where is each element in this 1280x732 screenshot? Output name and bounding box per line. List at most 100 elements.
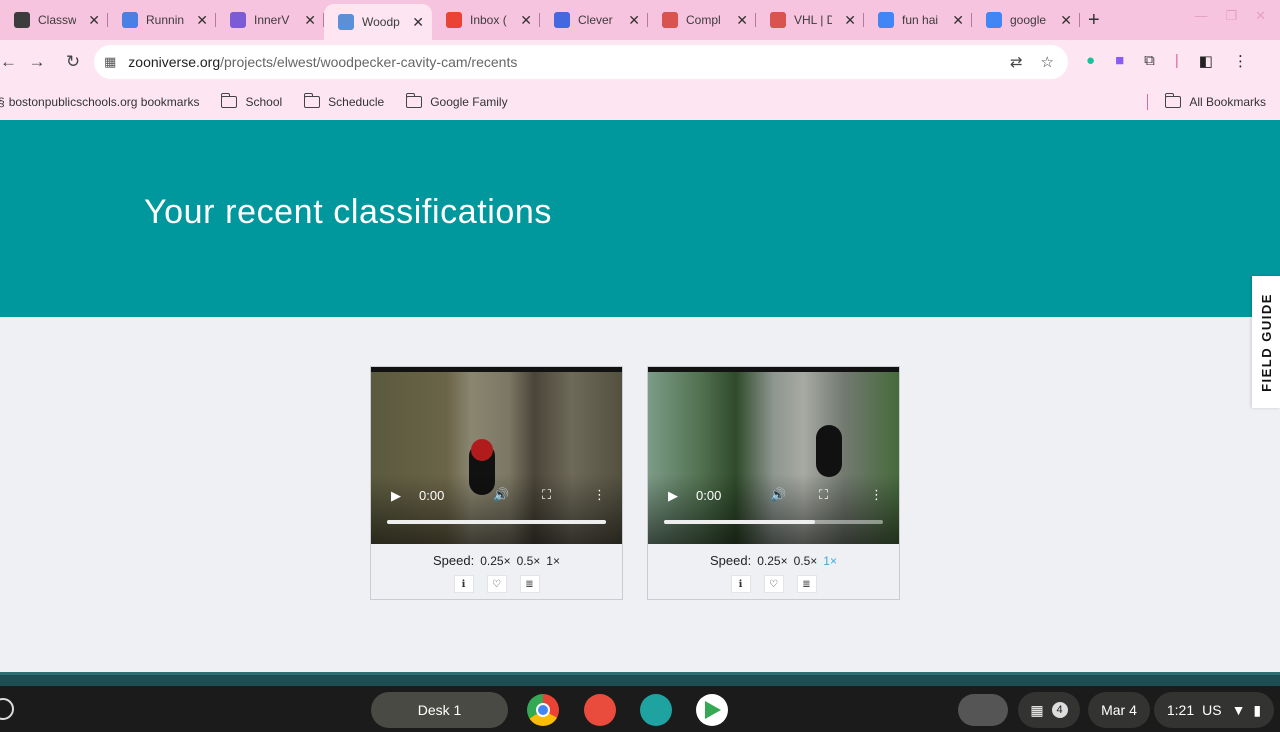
browser-tab[interactable]: Inbox (✕: [432, 5, 540, 35]
collection-icon[interactable]: ≣: [519, 575, 540, 593]
video-player[interactable]: ▶ 0:00 🔊 ⛶ ⋮: [648, 367, 899, 544]
fullscreen-icon[interactable]: ⛶: [819, 487, 828, 503]
browser-tab[interactable]: VHL | D ✕: [756, 5, 864, 35]
close-tab-icon[interactable]: ✕: [512, 12, 532, 29]
card-actions: ℹ ♡ ≣: [371, 575, 622, 593]
video-progress-track[interactable]: [664, 520, 883, 524]
browser-tab[interactable]: Classw ✕: [0, 5, 108, 35]
play-icon[interactable]: ▶: [668, 488, 678, 504]
desk-button[interactable]: Desk 1: [371, 692, 508, 728]
close-tab-icon[interactable]: ✕: [620, 12, 640, 29]
close-tab-icon[interactable]: ✕: [296, 12, 316, 29]
side-panel-icon[interactable]: ◧: [1199, 52, 1213, 70]
address-bar[interactable]: ▦ zooniverse.org/projects/elwest/woodpec…: [94, 45, 1068, 79]
tab-title: VHL | D: [794, 13, 832, 27]
new-tab-button[interactable]: +: [1088, 9, 1100, 32]
close-tab-icon[interactable]: ✕: [944, 12, 964, 29]
tab-separator: [1079, 13, 1080, 27]
bookmarks-bar: §bostonpublicschools.org bookmarks School…: [0, 84, 1280, 120]
tab-title: InnerV: [254, 13, 290, 27]
back-icon[interactable]: ←: [0, 52, 17, 72]
system-shelf: Desk 1 ▦ 4 Mar 4 1:21 US ▼ ▮: [0, 686, 1280, 732]
bookmark-label: Google Family: [430, 95, 508, 109]
all-bookmarks-button[interactable]: All Bookmarks: [1164, 84, 1266, 120]
tab-title: Compl: [686, 13, 721, 27]
collection-icon[interactable]: ≣: [796, 575, 817, 593]
site-info-icon[interactable]: ▦: [104, 54, 116, 70]
video-menu-icon[interactable]: ⋮: [593, 487, 606, 503]
tab-favicon-icon: [986, 12, 1002, 28]
card-actions: ℹ ♡ ≣: [648, 575, 899, 593]
video-player[interactable]: ▶ 0:00 🔊 ⛶ ⋮: [371, 367, 622, 544]
play-icon[interactable]: ▶: [391, 488, 401, 504]
bookmark-item[interactable]: Google Family: [405, 93, 508, 109]
close-window-icon[interactable]: ✕: [1255, 8, 1266, 24]
close-tab-icon[interactable]: ✕: [836, 12, 856, 29]
chrome-app-icon[interactable]: [527, 694, 559, 726]
menu-icon[interactable]: ⋮: [1233, 52, 1248, 70]
canvas-app-icon[interactable]: [584, 694, 616, 726]
url-path: /projects/elwest/woodpecker-cavity-cam/r…: [220, 54, 518, 70]
forward-icon[interactable]: →: [22, 52, 52, 72]
close-tab-icon[interactable]: ✕: [404, 14, 424, 31]
bookmark-icon: §: [0, 95, 5, 109]
puzzle-icon[interactable]: ⧉: [1144, 52, 1155, 70]
classroom-app-icon[interactable]: [640, 694, 672, 726]
video-progress-track[interactable]: [387, 520, 606, 524]
extension-icon[interactable]: ■: [1115, 52, 1124, 70]
browser-tab[interactable]: Clever ✕: [540, 5, 648, 35]
speed-option[interactable]: 0.5×: [517, 554, 541, 568]
bookmark-item[interactable]: School: [220, 93, 282, 109]
tab-title: google: [1010, 13, 1047, 27]
calendar-icon: ▦: [1030, 701, 1044, 718]
fullscreen-icon[interactable]: ⛶: [542, 487, 551, 503]
clock: 1:21: [1166, 702, 1195, 718]
speed-option[interactable]: 1×: [823, 554, 837, 568]
translate-icon[interactable]: ⇄: [1010, 53, 1023, 71]
field-guide-tab[interactable]: FIELD GUIDE: [1252, 276, 1280, 408]
speed-option[interactable]: 0.25×: [757, 554, 787, 568]
browser-tab[interactable]: Compl ✕: [648, 5, 756, 35]
bookmark-star-icon[interactable]: ☆: [1041, 53, 1054, 71]
close-tab-icon[interactable]: ✕: [188, 12, 208, 29]
notification-pill[interactable]: ▦ 4: [1018, 692, 1080, 728]
minimize-icon[interactable]: —: [1194, 8, 1207, 24]
page-title: Your recent classifications: [144, 193, 553, 231]
favorite-icon[interactable]: ♡: [486, 575, 507, 593]
volume-icon[interactable]: 🔊: [493, 487, 509, 503]
video-menu-icon[interactable]: ⋮: [870, 487, 883, 503]
page-footer: [0, 672, 1280, 686]
close-tab-icon[interactable]: ✕: [80, 12, 100, 29]
browser-tab[interactable]: google ✕: [972, 5, 1080, 35]
bookmark-item[interactable]: Scheducle: [303, 93, 384, 109]
launcher-icon[interactable]: [0, 698, 14, 720]
maximize-icon[interactable]: ❐: [1225, 8, 1237, 24]
close-tab-icon[interactable]: ✕: [728, 12, 748, 29]
browser-tab[interactable]: Runnin ✕: [108, 5, 216, 35]
video-controls: [648, 474, 899, 544]
info-icon[interactable]: ℹ: [453, 575, 474, 593]
browser-tab[interactable]: fun hai ✕: [864, 5, 972, 35]
window-controls: — ❐ ✕: [1194, 8, 1266, 24]
play-store-icon[interactable]: [696, 694, 728, 726]
favorite-icon[interactable]: ♡: [763, 575, 784, 593]
browser-tab[interactable]: InnerV ✕: [216, 5, 324, 35]
speed-option[interactable]: 0.5×: [794, 554, 818, 568]
speed-option[interactable]: 0.25×: [480, 554, 510, 568]
status-tray[interactable]: 1:21 US ▼ ▮: [1154, 692, 1274, 728]
classification-card: ▶ 0:00 🔊 ⛶ ⋮ Speed: 0.25× 0.5× 1× ℹ ♡ ≣: [647, 366, 900, 600]
bookmark-item[interactable]: §bostonpublicschools.org bookmarks: [0, 95, 199, 109]
video-time: 0:00: [419, 488, 445, 503]
volume-icon[interactable]: 🔊: [770, 487, 786, 503]
browser-tab[interactable]: Woodp ✕: [324, 4, 432, 40]
toolbar: ← → ↻ ▦ zooniverse.org/projects/elwest/w…: [0, 40, 1280, 84]
video-time: 0:00: [696, 488, 722, 503]
reload-icon[interactable]: ↻: [58, 52, 88, 72]
grammarly-icon[interactable]: ●: [1086, 52, 1095, 70]
speed-option[interactable]: 1×: [546, 554, 560, 568]
video-timestamp-bar: [371, 367, 622, 372]
window-thumbnail[interactable]: [958, 694, 1008, 726]
info-icon[interactable]: ℹ: [730, 575, 751, 593]
close-tab-icon[interactable]: ✕: [1052, 12, 1072, 29]
date-button[interactable]: Mar 4: [1088, 692, 1150, 728]
